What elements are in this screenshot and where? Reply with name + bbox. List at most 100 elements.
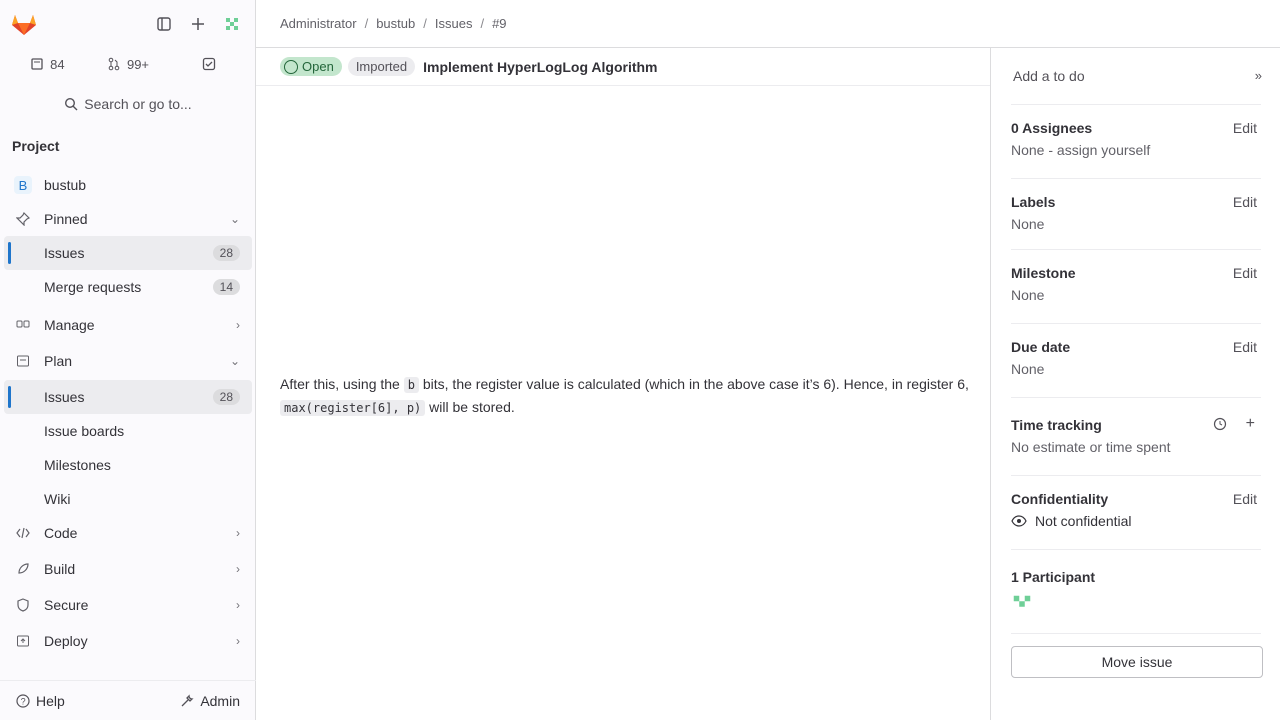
app-root: 84 99+ Search or go to... Project B bust…: [0, 0, 1280, 720]
paragraph-text: bits, the register value is calculated (…: [418, 376, 969, 392]
sidebar-item-label: Issues: [44, 389, 85, 405]
project-section-title: Project: [12, 138, 60, 154]
sidebar-item-secure[interactable]: Secure ›: [4, 588, 252, 622]
breadcrumb-item-issue[interactable]: #9: [492, 16, 506, 31]
sidebar-item-manage[interactable]: Manage ›: [4, 308, 252, 342]
time-tracking-help-icon[interactable]: [1213, 417, 1227, 434]
collapse-sidebar-icon[interactable]: »: [1255, 68, 1262, 83]
milestone-edit-button[interactable]: Edit: [1233, 265, 1257, 281]
assignees-title: 0 Assignees: [1011, 120, 1093, 136]
divider: [1011, 397, 1261, 398]
count-badge: 14: [212, 279, 240, 295]
divider: [1011, 178, 1261, 179]
sidebar-bottom: ? Help Admin: [0, 680, 256, 720]
participant-avatar[interactable]: [1011, 593, 1033, 615]
sidebar-item-pinned[interactable]: Pinned ⌄: [4, 202, 252, 236]
deploy-icon: [17, 635, 29, 647]
description-image[interactable]: [280, 434, 682, 720]
issues-count: 84: [50, 56, 65, 72]
shield-icon: [17, 598, 29, 612]
merge-requests-count: 99+: [126, 56, 150, 72]
merge-requests-counter-button[interactable]: 99+: [89, 48, 168, 80]
code-icon: [16, 527, 30, 539]
labels-block: Labels Edit None: [1011, 194, 1263, 232]
sidebar-item-issue-boards[interactable]: Issue boards: [4, 414, 252, 448]
milestone-title: Milestone: [1011, 265, 1076, 281]
project-name: bustub: [44, 177, 87, 193]
svg-text:?: ?: [21, 696, 26, 706]
confidentiality-edit-button[interactable]: Edit: [1233, 491, 1257, 507]
sidebar-item-deploy[interactable]: Deploy ›: [4, 624, 252, 658]
issue-title-link[interactable]: Implement HyperLogLog Algorithm: [423, 59, 657, 75]
user-menu-button[interactable]: [217, 8, 247, 40]
issue-description: After this, using the b bits, the regist…: [256, 86, 990, 720]
sidebar-item-label: Build: [44, 561, 76, 577]
plan-icon: [17, 355, 29, 367]
help-icon: ?: [16, 693, 30, 708]
sidebar-item-code[interactable]: Code ›: [4, 516, 252, 550]
sidebar-top: [0, 0, 255, 44]
sidebar-item-merge-requests[interactable]: Merge requests 14: [4, 270, 252, 304]
chevron-right-icon: ›: [236, 318, 240, 332]
todos-counter-button[interactable]: [169, 48, 248, 80]
status-badge: Open: [280, 57, 342, 76]
issues-icon: [31, 58, 43, 70]
move-issue-button[interactable]: Move issue: [1011, 646, 1263, 678]
sidebar-icon: [157, 17, 171, 31]
breadcrumb-item-project[interactable]: bustub: [376, 16, 415, 31]
labels-value: None: [1011, 216, 1045, 232]
assign-yourself-link[interactable]: assign yourself: [1057, 142, 1150, 158]
admin-label: Admin: [200, 692, 240, 709]
labels-title: Labels: [1011, 194, 1056, 210]
pin-icon: [16, 212, 30, 226]
create-new-button[interactable]: [183, 8, 213, 40]
status-label: Open: [302, 59, 334, 74]
sidebar-item-project[interactable]: B bustub: [4, 168, 252, 202]
rocket-icon: [18, 563, 29, 574]
imported-badge: Imported: [347, 57, 416, 76]
divider: [1011, 104, 1261, 105]
search-button[interactable]: Search or go to...: [8, 88, 248, 120]
project-nav: B bustub Pinned ⌄ Issues 28 Merge reques…: [4, 168, 252, 658]
time-tracking-value: No estimate or time spent: [1011, 439, 1171, 455]
help-label: Help: [36, 692, 65, 709]
sidebar-item-label: Wiki: [44, 491, 71, 507]
issues-counter-button[interactable]: 84: [8, 48, 87, 80]
sidebar-item-label: Merge requests: [44, 279, 142, 295]
count-badge: 28: [212, 389, 240, 405]
gitlab-logo-icon[interactable]: [10, 12, 38, 36]
divider: [1011, 475, 1261, 476]
divider: [1011, 633, 1261, 634]
confidentiality-block: Confidentiality Edit Not confidential: [1011, 491, 1263, 529]
milestone-value: None: [1011, 287, 1045, 303]
labels-edit-button[interactable]: Edit: [1233, 194, 1257, 210]
admin-button[interactable]: Admin: [172, 689, 248, 713]
sidebar-item-milestones[interactable]: Milestones: [4, 448, 252, 482]
merge-request-icon: [108, 57, 120, 71]
breadcrumb-separator: /: [480, 16, 485, 31]
sidebar-item-pinned-issues[interactable]: Issues 28: [4, 236, 252, 270]
milestone-block: Milestone Edit None: [1011, 265, 1263, 303]
chevron-right-icon: ›: [236, 634, 240, 648]
description-image[interactable]: [280, 338, 682, 354]
eye-icon: [1011, 515, 1027, 527]
sidebar-item-wiki[interactable]: Wiki: [4, 482, 252, 516]
toggle-sidebar-button[interactable]: [149, 8, 179, 40]
sidebar-item-plan-issues[interactable]: Issues 28: [4, 380, 252, 414]
participants-block: 1 Participant: [1011, 569, 1263, 618]
due-date-value: None: [1011, 361, 1045, 377]
add-time-button[interactable]: +: [1246, 415, 1255, 433]
add-todo-button[interactable]: Add a to do: [1013, 68, 1085, 84]
breadcrumb: Administrator / bustub / Issues / #9: [256, 0, 1280, 48]
assignees-none: None -: [1011, 142, 1057, 158]
due-date-edit-button[interactable]: Edit: [1233, 339, 1257, 355]
assignees-edit-button[interactable]: Edit: [1233, 120, 1257, 136]
breadcrumb-item-owner[interactable]: Administrator: [280, 16, 357, 31]
help-button[interactable]: ? Help: [8, 689, 73, 713]
issue-sticky-header: Open Imported Implement HyperLogLog Algo…: [256, 48, 990, 86]
sidebar-item-build[interactable]: Build ›: [4, 552, 252, 586]
sidebar-item-plan[interactable]: Plan ⌄: [4, 344, 252, 378]
chevron-right-icon: ›: [236, 562, 240, 576]
breadcrumb-item-issues[interactable]: Issues: [435, 16, 473, 31]
confidentiality-text: Not confidential: [1035, 513, 1132, 529]
